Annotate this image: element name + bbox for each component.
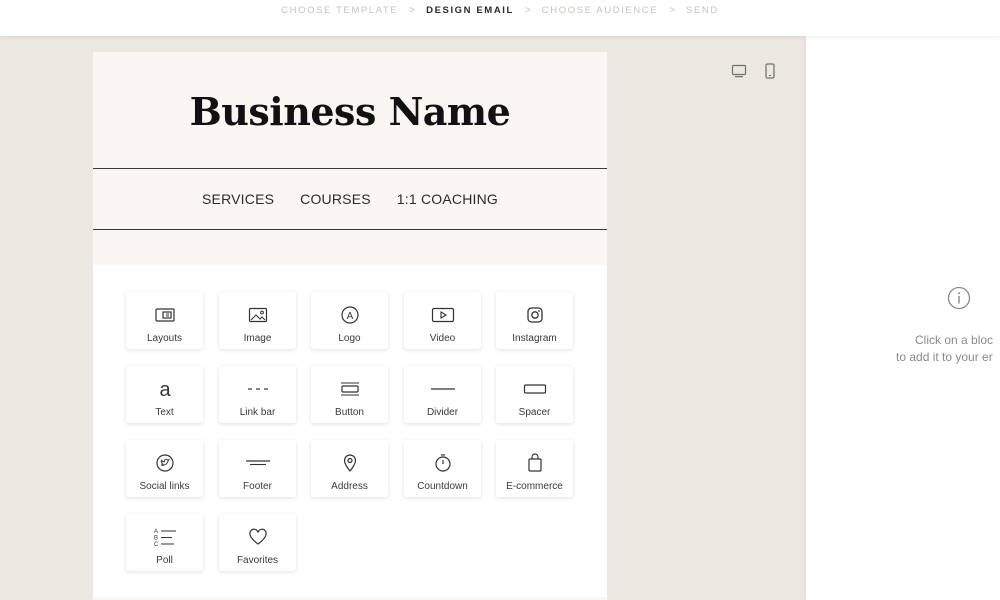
social-links-icon bbox=[155, 451, 175, 475]
block-label: Button bbox=[335, 407, 364, 418]
block-label: E-commerce bbox=[506, 481, 563, 492]
desktop-icon[interactable] bbox=[730, 62, 748, 80]
svg-text:A: A bbox=[346, 311, 353, 322]
step-separator: > bbox=[524, 5, 531, 16]
nav-link-coaching: 1:1 COACHING bbox=[396, 191, 498, 207]
block-label: Social links bbox=[139, 481, 190, 492]
block-text[interactable]: a Text bbox=[126, 366, 203, 423]
settings-panel: Click on a bloc to add it to your er bbox=[806, 36, 1000, 600]
logo-icon: A bbox=[340, 303, 360, 327]
block-social-links[interactable]: Social links bbox=[126, 440, 203, 497]
block-label: Countdown bbox=[417, 481, 468, 492]
block-countdown[interactable]: Countdown bbox=[404, 440, 481, 497]
step-breadcrumb: CHOOSE TEMPLATE > DESIGN EMAIL > CHOOSE … bbox=[0, 5, 1000, 16]
block-label: Video bbox=[429, 333, 456, 344]
block-label: Favorites bbox=[236, 555, 279, 566]
block-spacer[interactable]: Spacer bbox=[496, 366, 573, 423]
block-label: Link bar bbox=[239, 407, 276, 418]
block-poll[interactable]: ABC Poll bbox=[126, 514, 203, 571]
block-label: Footer bbox=[243, 481, 272, 492]
button-icon bbox=[339, 377, 361, 401]
block-divider[interactable]: Divider bbox=[404, 366, 481, 423]
business-name: Business Name bbox=[189, 88, 511, 134]
block-footer[interactable]: Footer bbox=[219, 440, 296, 497]
block-label: Image bbox=[243, 333, 272, 344]
block-video[interactable]: Video bbox=[404, 292, 481, 349]
svg-text:B: B bbox=[154, 536, 158, 542]
block-instagram[interactable]: Instagram bbox=[496, 292, 573, 349]
countdown-icon bbox=[433, 451, 453, 475]
step-separator: > bbox=[669, 5, 676, 16]
video-icon bbox=[431, 303, 455, 327]
block-label: Layouts bbox=[146, 333, 183, 344]
step-design-email[interactable]: DESIGN EMAIL bbox=[426, 5, 514, 16]
block-link-bar[interactable]: Link bar bbox=[219, 366, 296, 423]
image-icon bbox=[248, 303, 268, 327]
hint-line-1: Click on a bloc bbox=[915, 333, 994, 347]
block-logo[interactable]: A Logo bbox=[311, 292, 388, 349]
layouts-icon bbox=[154, 303, 176, 327]
block-favorites[interactable]: Favorites bbox=[219, 514, 296, 571]
nav-link-services: SERVICES bbox=[202, 191, 275, 207]
poll-icon: ABC bbox=[152, 525, 178, 549]
block-address[interactable]: Address bbox=[311, 440, 388, 497]
e-commerce-icon bbox=[527, 451, 543, 475]
step-send[interactable]: SEND bbox=[686, 5, 719, 16]
hint-line-2: to add it to your er bbox=[896, 350, 993, 364]
link-bar-icon bbox=[246, 377, 270, 401]
block-label: Poll bbox=[156, 555, 173, 566]
email-spacer bbox=[93, 230, 607, 264]
block-label: Address bbox=[331, 481, 368, 492]
spacer-icon bbox=[523, 377, 547, 401]
svg-text:a: a bbox=[159, 379, 171, 399]
footer-icon bbox=[245, 451, 271, 475]
step-separator: > bbox=[409, 5, 416, 16]
block-layouts[interactable]: Layouts bbox=[126, 292, 203, 349]
block-label: Text bbox=[155, 407, 174, 418]
favorites-icon bbox=[248, 525, 268, 549]
empty-state-hint: Click on a bloc to add it to your er bbox=[896, 332, 1000, 366]
block-e-commerce[interactable]: E-commerce bbox=[496, 440, 573, 497]
block-image[interactable]: Image bbox=[219, 292, 296, 349]
email-preview: Business Name SERVICES COURSES 1:1 COACH… bbox=[93, 52, 607, 600]
step-choose-template[interactable]: CHOOSE TEMPLATE bbox=[281, 5, 398, 16]
step-choose-audience[interactable]: CHOOSE AUDIENCE bbox=[542, 5, 658, 16]
steps-bar: CHOOSE TEMPLATE > DESIGN EMAIL > CHOOSE … bbox=[0, 0, 1000, 36]
block-label: Logo bbox=[338, 333, 361, 344]
block-label: Divider bbox=[426, 407, 459, 418]
email-nav[interactable]: SERVICES COURSES 1:1 COACHING bbox=[93, 169, 607, 230]
block-label: Spacer bbox=[518, 407, 551, 418]
address-icon bbox=[342, 451, 358, 475]
svg-text:A: A bbox=[154, 529, 158, 535]
info-icon bbox=[947, 286, 971, 315]
email-header[interactable]: Business Name bbox=[93, 52, 607, 169]
nav-link-courses: COURSES bbox=[300, 191, 371, 207]
svg-text:C: C bbox=[154, 542, 159, 547]
text-icon: a bbox=[157, 377, 173, 401]
block-label: Instagram bbox=[512, 333, 557, 344]
instagram-icon bbox=[526, 303, 544, 327]
blocks-panel: Layouts Image A Logo Video Instagram a T… bbox=[93, 265, 607, 597]
mobile-icon[interactable] bbox=[761, 62, 779, 80]
divider-icon bbox=[430, 377, 456, 401]
block-button[interactable]: Button bbox=[311, 366, 388, 423]
